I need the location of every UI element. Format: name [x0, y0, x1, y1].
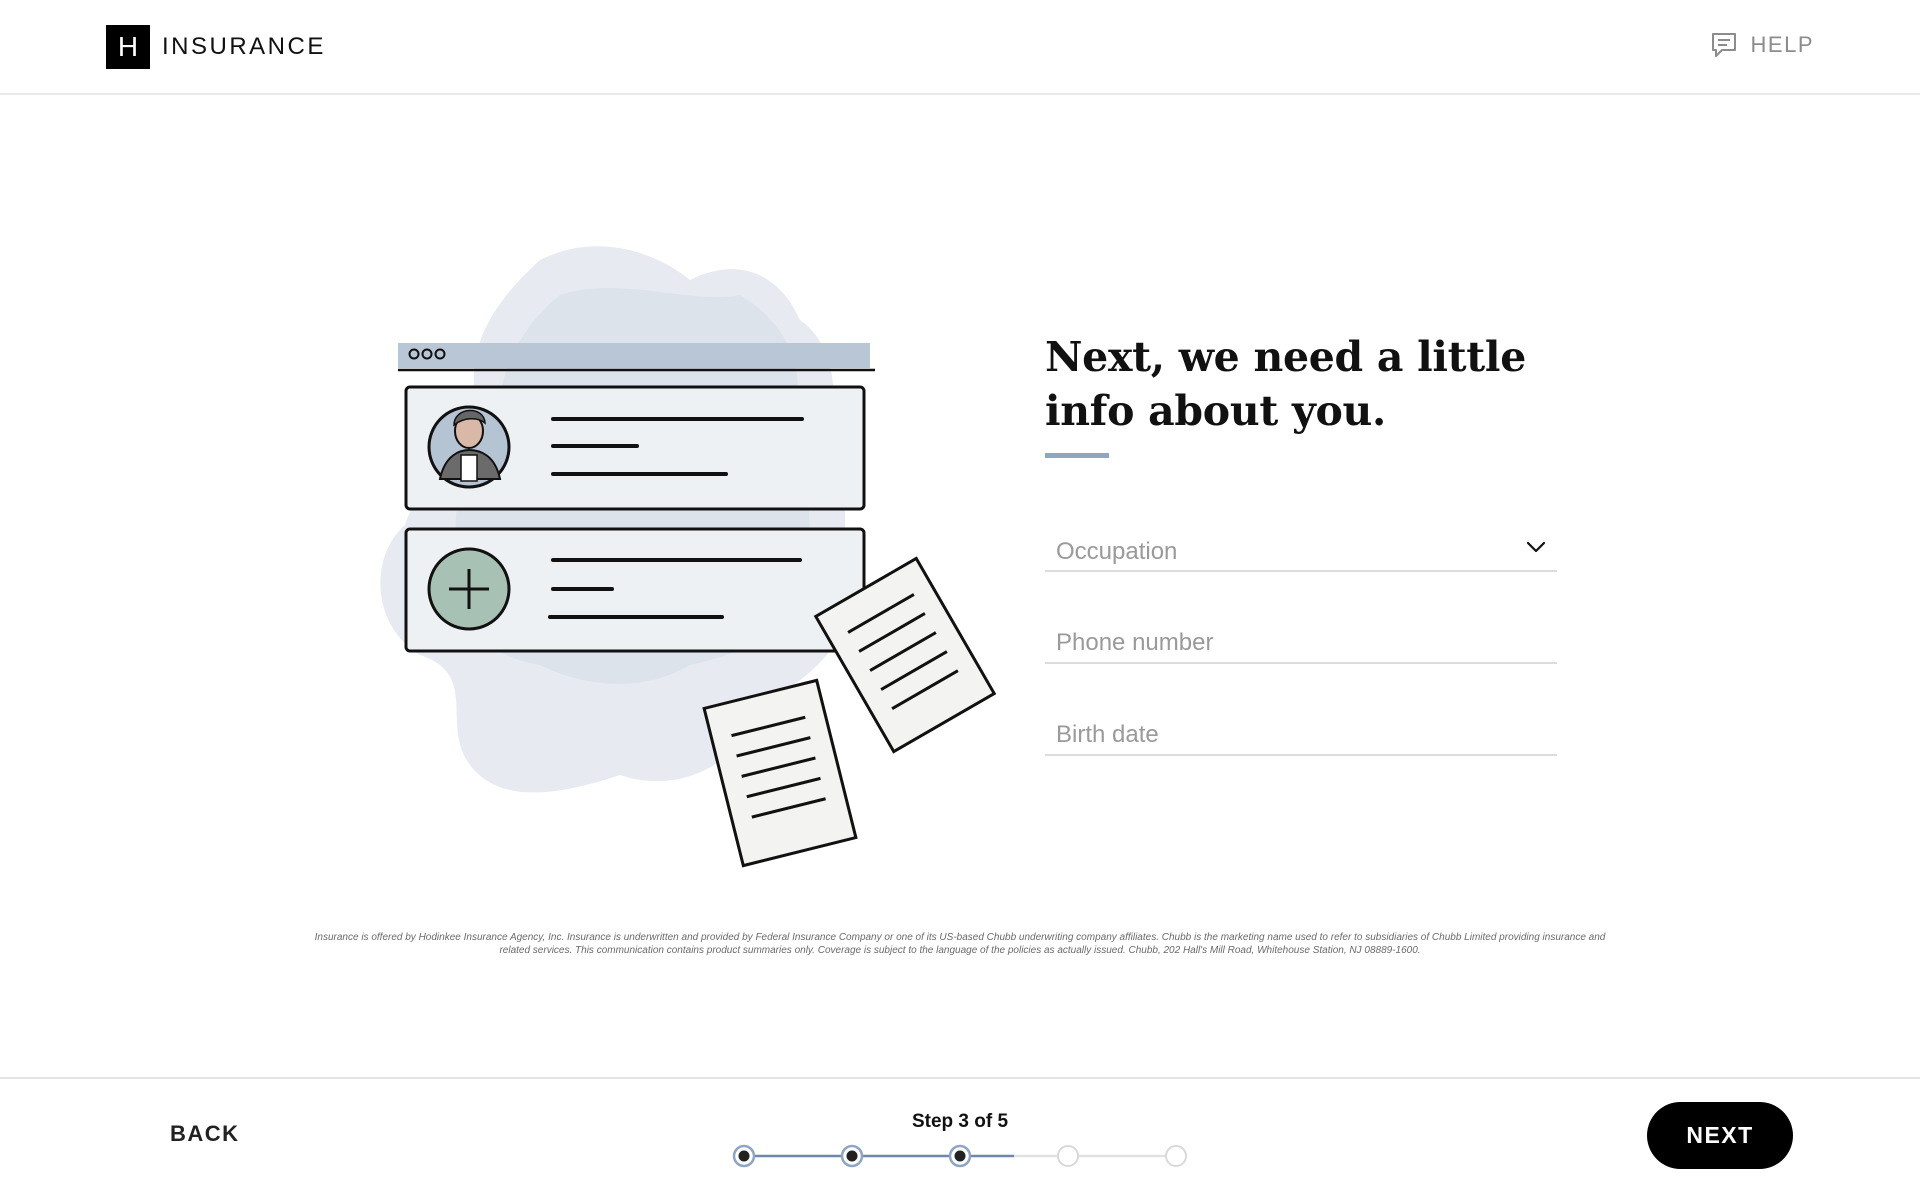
birth-date-input[interactable] [1045, 710, 1557, 754]
phone-number-input[interactable] [1045, 618, 1557, 662]
title-accent-underline [1045, 453, 1109, 458]
logo-text: INSURANCE [162, 33, 326, 60]
logo[interactable]: H INSURANCE [106, 25, 326, 69]
step-dot-1 [732, 1144, 756, 1168]
step-dot-5 [1165, 1145, 1187, 1167]
chat-bubble-icon [1711, 33, 1736, 57]
step-dot-3 [948, 1144, 972, 1168]
step-indicator-label: Step 3 of 5 [911, 1111, 1009, 1132]
chevron-down-icon [1526, 541, 1546, 553]
next-button[interactable]: NEXT [1647, 1102, 1793, 1169]
top-header: H INSURANCE HELP [0, 0, 1920, 95]
birth-date-field-wrapper [1045, 710, 1557, 756]
step-progress-bar [732, 1144, 1187, 1168]
legal-disclaimer: Insurance is offered by Hodinkee Insuran… [314, 932, 1606, 956]
help-label: HELP [1750, 32, 1814, 57]
help-link[interactable]: HELP [1709, 30, 1814, 60]
back-button[interactable]: BACK [170, 1121, 240, 1147]
bottom-navigation: BACK Step 3 of 5 NEXT [0, 1077, 1920, 1200]
page-title: Next, we need a little info about you. [1045, 333, 1526, 435]
phone-field-wrapper [1045, 618, 1557, 664]
occupation-select[interactable]: Occupation [1045, 526, 1557, 572]
step-dot-4 [1057, 1145, 1079, 1167]
logo-mark: H [106, 25, 150, 69]
profile-documents-illustration [380, 246, 997, 868]
occupation-placeholder: Occupation [1056, 538, 1178, 565]
step-dot-2 [840, 1144, 864, 1168]
